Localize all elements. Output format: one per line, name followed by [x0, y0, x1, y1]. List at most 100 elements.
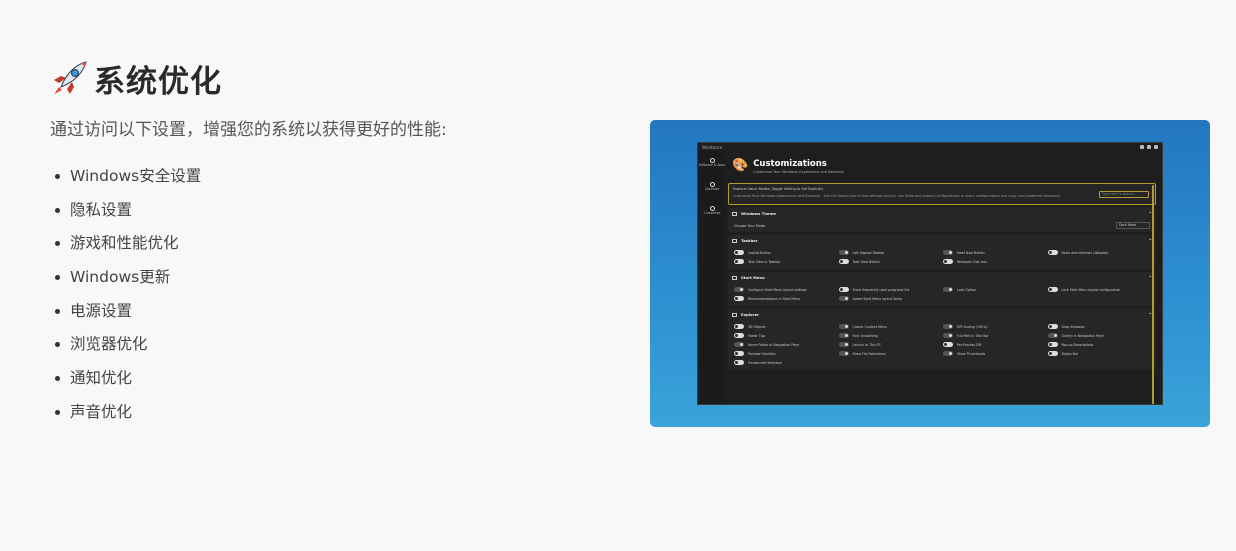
panel-icon	[732, 238, 737, 243]
settings-row: 3D Objects Classic Context Menu DPI Scalin…	[734, 322, 1152, 331]
sidebar-item-label: Software & Apps	[698, 163, 726, 168]
scrollbar	[1152, 185, 1154, 404]
setting-option: DPI Scaling (100%)	[943, 324, 1048, 329]
sidebar-item-label: Customize	[703, 211, 721, 216]
app-titlebar: WinHance	[698, 143, 1162, 151]
list-item: 声音优化	[50, 402, 610, 436]
list-item: 通知优化	[50, 368, 610, 402]
setting-option: Classic Context Menu	[838, 324, 944, 329]
setting-option: Drop Shadows	[1047, 324, 1153, 329]
toggle-switch	[734, 342, 744, 347]
feature-list: Windows安全设置 隐私设置 游戏和性能优化 Windows更新 电源设置 …	[50, 166, 610, 436]
sidebar-item-optimize: Optimize	[698, 175, 726, 199]
setting-option: Meet Now Button	[943, 250, 1048, 255]
setting-option: Gallery in Navigation Pane	[1047, 333, 1153, 338]
setting-label: Home Folder in Navigation Pane	[748, 342, 800, 347]
setting-option: Configure Start Menu layout settings	[734, 287, 839, 292]
setting-label: DPI Scaling (100%)	[957, 324, 988, 329]
panel-body: Copilot Button Left Aligned Taskbar Meet N…	[728, 246, 1156, 269]
setting-label: Task View in Taskbar	[748, 259, 781, 264]
theme-select: Dark Mode	[1116, 222, 1150, 229]
toggle-switch	[943, 287, 953, 292]
setting-label: Task View Button	[852, 259, 880, 264]
panel-header: Start Menu ^	[728, 272, 1156, 283]
toggle-switch	[734, 360, 744, 365]
settings-row: Task View in Taskbar Task View Button Wind…	[734, 257, 1152, 266]
app-content: 🎨 Customizations Customize Your Windows …	[728, 151, 1156, 404]
list-item: 游戏和性能优化	[50, 233, 610, 267]
section-header: 系统优化	[50, 55, 610, 101]
setting-option: Full Path in Title Bar	[943, 333, 1048, 338]
panel-title: Windows Theme	[741, 211, 777, 216]
toggle-switch	[734, 351, 744, 356]
setting-label: Show Thumbnails	[957, 351, 986, 356]
page-header: 🎨 Customizations Customize Your Windows …	[728, 151, 1156, 177]
setting-label: Windows Chat Icon	[957, 259, 988, 264]
setting-label: Lock Start Menu layout configuration	[1061, 287, 1121, 292]
panel-title: Start Menu	[741, 275, 765, 280]
section-title: 系统优化	[94, 63, 222, 100]
toggle-switch	[734, 259, 744, 264]
toggle-switch	[734, 296, 744, 301]
toggle-switch	[838, 259, 849, 264]
setting-label: Gallery in Navigation Pane	[1061, 333, 1104, 338]
setting-option: Launch to This PC	[838, 342, 944, 347]
setting-label: Configure Start Menu layout settings	[748, 287, 807, 292]
panel-title: Explorer	[741, 312, 759, 317]
toggle-switch	[1047, 333, 1058, 338]
setting-label: Speed Start Menu layout Setup	[852, 296, 903, 301]
setting-option: Task View in Taskbar	[734, 259, 839, 264]
system-optimization-section: 系统优化 通过访问以下设置，增强您的系统以获得更好的性能: Windows安全设…	[50, 55, 610, 436]
setting-label: Folder Tips	[748, 333, 766, 338]
setting-label: Copilot Button	[748, 250, 771, 255]
setting-label: Lock Option	[957, 287, 976, 292]
setting-option: Pop-up Descriptions	[1047, 342, 1153, 347]
setting-option: Folder Tips	[734, 333, 839, 338]
setting-option: Task View Button	[838, 259, 944, 264]
toggle-switch	[1047, 342, 1058, 347]
setting-label: Show File Extensions	[852, 351, 886, 356]
setting-label: Meet Now Button	[957, 250, 985, 255]
setting-option: Copilot Button	[734, 250, 839, 255]
settings-panels: Taskbar ^ Copilot Button Left Aligned Taskb…	[728, 235, 1156, 370]
sidebar-item-software: Software & Apps	[698, 151, 726, 175]
setting-label: Show frequently used programs list	[852, 287, 910, 292]
info-notice: Explorer Value Modes, Toggle Setting to …	[728, 183, 1156, 205]
list-item: Windows更新	[50, 267, 610, 301]
setting-label: Recommendations in Start Menu	[748, 296, 801, 301]
notice-line: Customize Your Windows Appearance and Be…	[733, 194, 1062, 198]
panel-body: Configure Start Menu layout settings Show…	[728, 283, 1156, 306]
setting-option: Speed Start Menu layout Setup	[838, 296, 944, 301]
panel-title: Taskbar	[741, 238, 758, 243]
setting-option: Home Folder in Navigation Pane	[734, 342, 839, 347]
settings-row: Copilot Button Left Aligned Taskbar Meet N…	[734, 248, 1152, 257]
page-subtitle: Customize Your Windows Experience and Be…	[753, 170, 845, 174]
setting-label: Pop-up Descriptions	[1061, 342, 1094, 347]
minimize-icon	[1140, 145, 1144, 149]
setting-label: Translucent Selection	[748, 360, 783, 365]
setting-label: Preview Handlers	[748, 351, 776, 356]
list-item: Windows安全设置	[50, 166, 610, 200]
toggle-switch	[943, 259, 953, 264]
settings-row: Configure Start Menu layout settings Show…	[734, 285, 1152, 294]
theme-label: Choose Your Mode	[734, 223, 766, 228]
list-item: 隐私设置	[50, 200, 610, 234]
toggle-switch	[838, 351, 849, 356]
setting-option: Preview Handlers	[734, 351, 839, 356]
setting-option: Status Bar	[1047, 351, 1153, 356]
toggle-switch	[734, 250, 744, 255]
toggle-switch	[734, 333, 744, 338]
settings-row: Preview Handlers Show File Extensions Show…	[734, 349, 1152, 358]
setting-option: Lock Start Menu layout configuration	[1047, 287, 1153, 292]
toggle-switch	[943, 250, 953, 255]
list-item: 电源设置	[50, 301, 610, 335]
rocket-icon	[54, 61, 87, 95]
toggle-switch	[838, 250, 849, 255]
theme-row: Choose Your Mode Dark Mode	[728, 219, 1156, 232]
setting-option: Show File Extensions	[838, 351, 944, 356]
sidebar-item-customize: Customize	[698, 199, 726, 223]
setting-option: Translucent Selection	[734, 360, 839, 365]
setting-option: Font Smoothing	[838, 333, 944, 338]
page-title: Customizations	[753, 159, 827, 169]
settings-row: Translucent Selection	[734, 358, 1152, 367]
